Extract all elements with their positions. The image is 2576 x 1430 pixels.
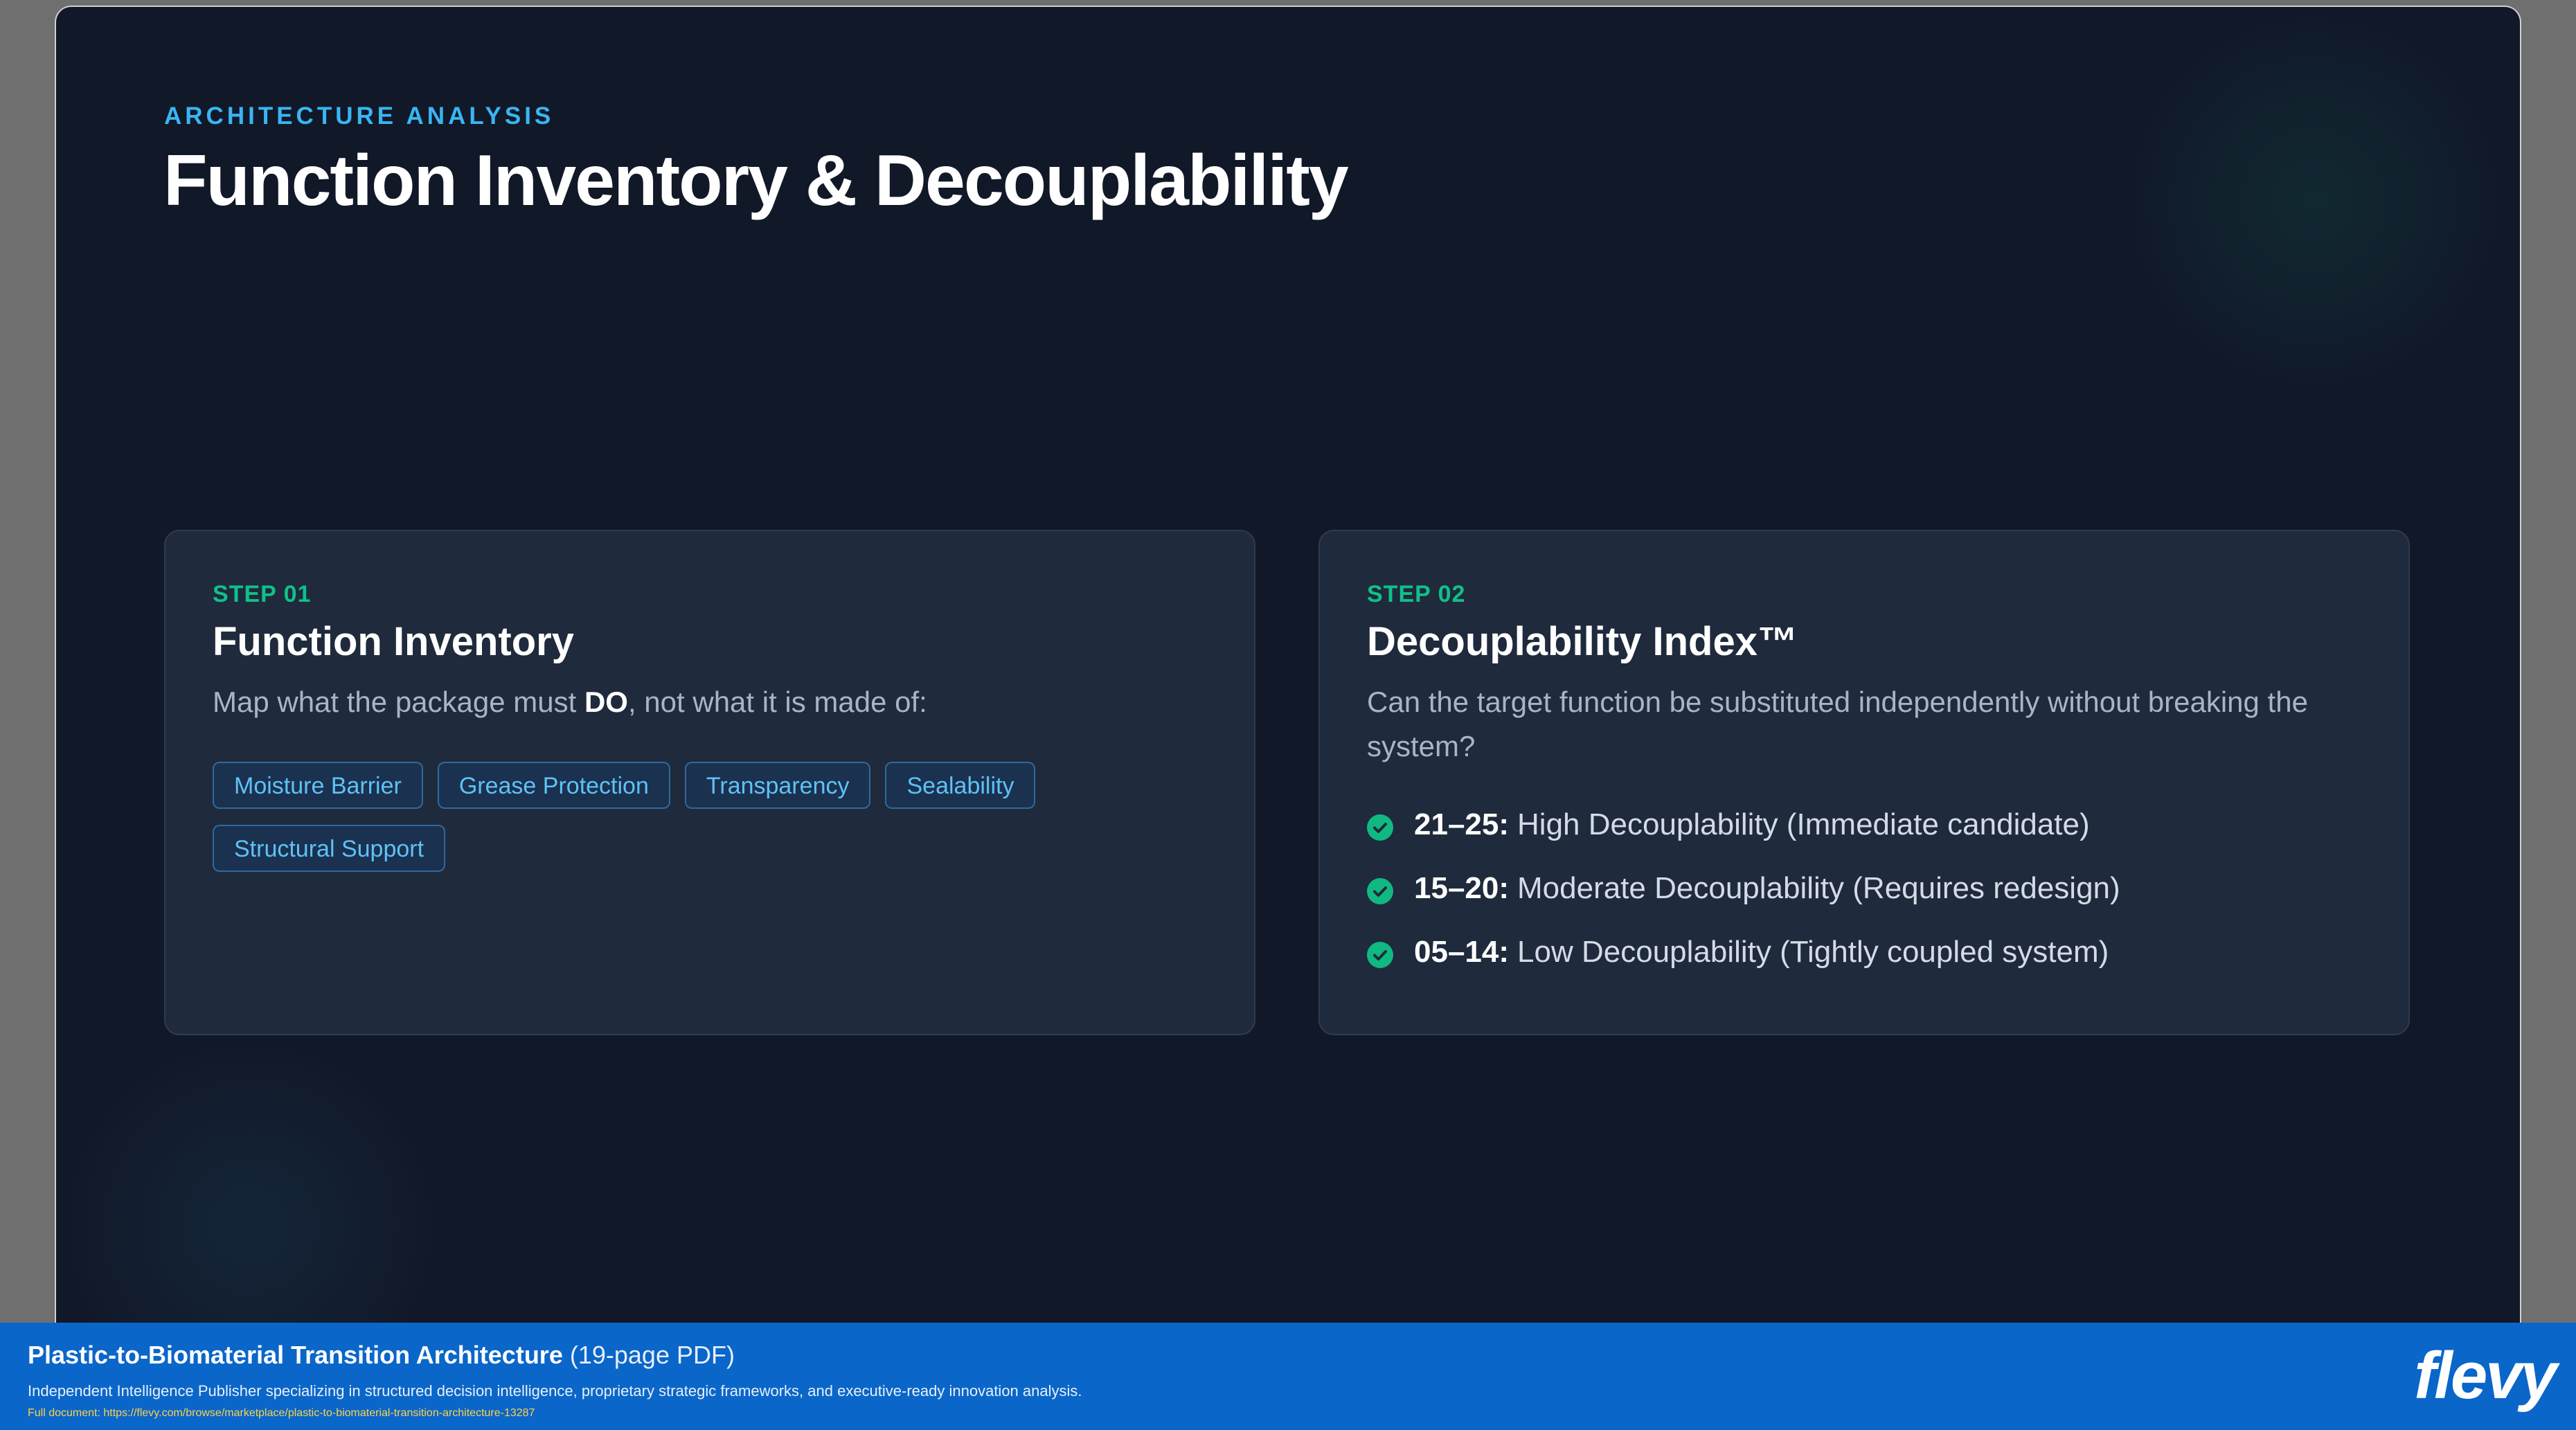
full-document-link[interactable]: Full document: https://flevy.com/browse/… (28, 1407, 535, 1420)
decorative-glow-bottom-left (56, 1032, 444, 1323)
step-label: STEP 01 (213, 581, 312, 607)
card-description: Can the target function be substituted i… (1367, 686, 2308, 762)
tag-transparency: Transparency (684, 762, 871, 809)
slide: ARCHITECTURE ANALYSIS Function Inventory… (56, 7, 2520, 1323)
list-item: 05–14: Low Decouplability (Tightly couple… (1367, 922, 2378, 983)
decorative-glow-top-right (2120, 7, 2507, 395)
document-footer-banner: Plastic-to-Biomaterial Transition Archit… (0, 1323, 2576, 1430)
footer-description: Independent Intelligence Publisher speci… (28, 1382, 1082, 1400)
desc-text: , not what it is made of: (627, 686, 927, 718)
check-circle-icon (1367, 878, 1393, 904)
score-range: 15–20: (1414, 871, 1510, 905)
document-title: Plastic-to-Biomaterial Transition Archit… (28, 1341, 563, 1369)
desc-emphasis: DO (584, 686, 628, 718)
footer-title: Plastic-to-Biomaterial Transition Archit… (28, 1341, 735, 1370)
list-item: 15–20: Moderate Decouplability (Requires … (1367, 858, 2378, 919)
card-description: Map what the package must DO, not what i… (213, 680, 1210, 724)
score-range: 05–14: (1414, 935, 1510, 969)
tag-structural-support: Structural Support (213, 825, 446, 872)
card-title: Decouplability Index™ (1367, 619, 1798, 664)
function-inventory-card: STEP 01 Function Inventory Map what the … (164, 530, 1255, 1035)
list-item-text: 15–20: Moderate Decouplability (Requires … (1414, 871, 2120, 906)
decouplability-list: 21–25: High Decouplability (Immediate can… (1367, 794, 2378, 985)
tag-sealability: Sealability (885, 762, 1036, 809)
desc-text: Map what the package must (213, 686, 584, 718)
score-description: Moderate Decouplability (Requires redesi… (1517, 871, 2120, 905)
card-title: Function Inventory (213, 619, 574, 664)
list-item-text: 21–25: High Decouplability (Immediate can… (1414, 807, 2090, 842)
list-item-text: 05–14: Low Decouplability (Tightly couple… (1414, 935, 2109, 969)
decouplability-index-card: STEP 02 Decouplability Index™ Can the ta… (1318, 530, 2410, 1035)
score-description: High Decouplability (Immediate candidate… (1517, 807, 2090, 841)
tag-moisture-barrier: Moisture Barrier (213, 762, 423, 809)
list-item: 21–25: High Decouplability (Immediate can… (1367, 794, 2378, 855)
flevy-logo[interactable]: flevy (2414, 1338, 2557, 1414)
score-description: Low Decouplability (Tightly coupled syst… (1517, 935, 2109, 969)
score-range: 21–25: (1414, 807, 1510, 841)
check-circle-icon (1367, 814, 1393, 841)
page-count: (19-page PDF) (569, 1341, 735, 1369)
function-tags: Moisture Barrier Grease Protection Transpa… (213, 762, 1210, 888)
section-eyebrow: ARCHITECTURE ANALYSIS (164, 102, 555, 129)
tag-grease-protection: Grease Protection (437, 762, 670, 809)
page-title: Function Inventory & Decouplability (163, 141, 1349, 221)
check-circle-icon (1367, 942, 1393, 968)
step-label: STEP 02 (1367, 581, 1466, 607)
